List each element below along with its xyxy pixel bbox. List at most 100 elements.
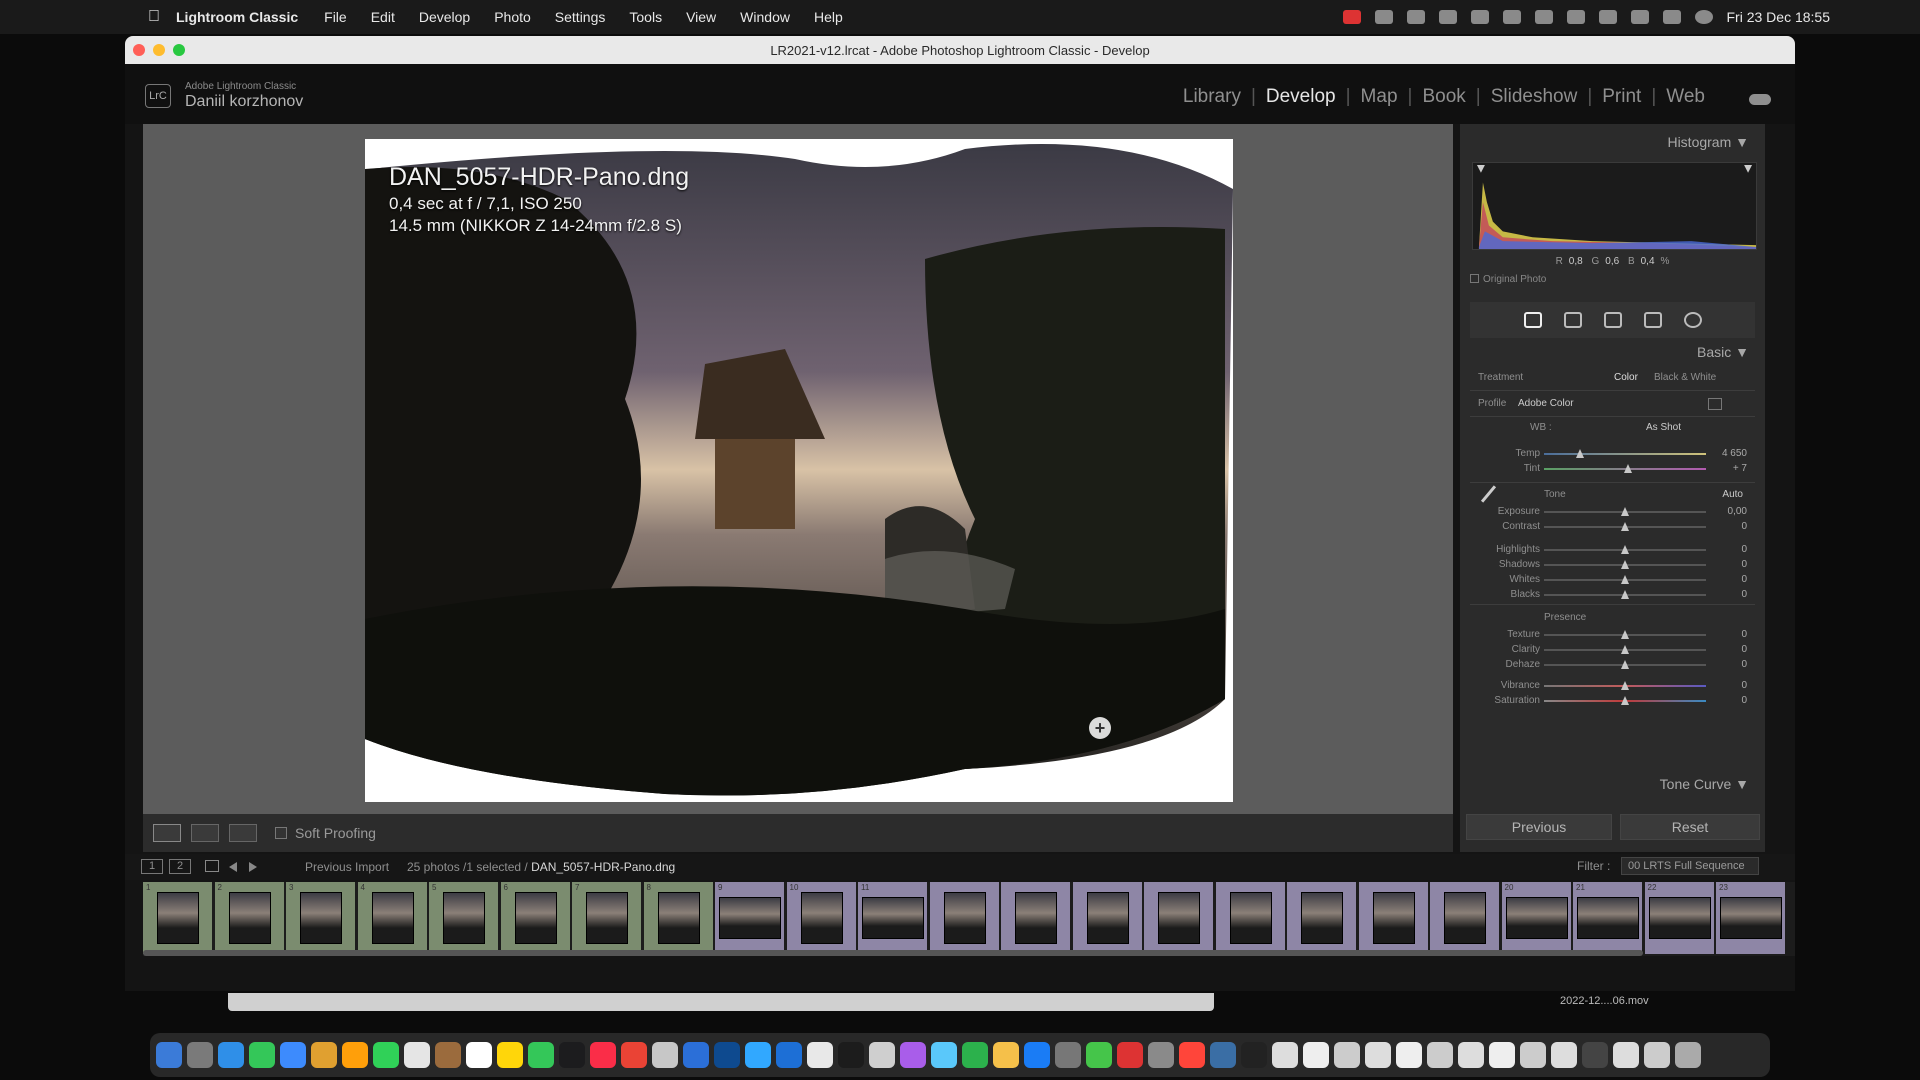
- dock-app-icon[interactable]: [342, 1042, 368, 1068]
- input-source-icon[interactable]: [1534, 10, 1553, 24]
- filmstrip-thumbnail[interactable]: 9: [715, 882, 785, 954]
- search-icon[interactable]: [1630, 10, 1649, 24]
- filmstrip-thumbnail[interactable]: 5: [429, 882, 499, 954]
- wifi-icon[interactable]: [1598, 10, 1617, 24]
- battery-app-icon[interactable]: [1374, 10, 1393, 24]
- filmstrip[interactable]: 1 2 3 4 5 6 7 8 9 10 11 20 21 22 23: [143, 882, 1795, 956]
- dock-app-icon[interactable]: [993, 1042, 1019, 1068]
- dock-app-icon[interactable]: [1179, 1042, 1205, 1068]
- filmstrip-thumbnail[interactable]: 23: [1716, 882, 1786, 954]
- menu-edit[interactable]: Edit: [371, 9, 395, 25]
- dock-app-icon[interactable]: [652, 1042, 678, 1068]
- dock-app-icon[interactable]: [1117, 1042, 1143, 1068]
- dock-app-icon[interactable]: [745, 1042, 771, 1068]
- dock-app-icon[interactable]: [1582, 1042, 1608, 1068]
- menu-photo[interactable]: Photo: [494, 9, 531, 25]
- battery-icon[interactable]: [1566, 10, 1585, 24]
- menu-clock[interactable]: Fri 23 Dec 18:55: [1727, 9, 1831, 25]
- grid-view-icon[interactable]: [205, 860, 219, 872]
- filmstrip-thumbnail[interactable]: 21: [1573, 882, 1643, 954]
- apple-icon[interactable]: : [136, 8, 172, 26]
- control-center-icon[interactable]: [1662, 10, 1681, 24]
- menu-help[interactable]: Help: [814, 9, 843, 25]
- dock-app-icon[interactable]: [1396, 1042, 1422, 1068]
- filmstrip-thumbnail[interactable]: [1358, 882, 1429, 954]
- dock-app-icon[interactable]: [900, 1042, 926, 1068]
- dock-app-icon[interactable]: [1024, 1042, 1050, 1068]
- dock-app-icon[interactable]: [1303, 1042, 1329, 1068]
- filmstrip-thumbnail[interactable]: [1215, 882, 1286, 954]
- menu-file[interactable]: File: [324, 9, 347, 25]
- filmstrip-thumbnail[interactable]: [1072, 882, 1143, 954]
- dock-app-icon[interactable]: [714, 1042, 740, 1068]
- dock-app-icon[interactable]: [528, 1042, 554, 1068]
- dock-app-icon[interactable]: [1458, 1042, 1484, 1068]
- dock-app-icon[interactable]: [1551, 1042, 1577, 1068]
- app-menu[interactable]: Lightroom Classic: [176, 9, 298, 25]
- filmstrip-thumbnail[interactable]: 6: [500, 882, 571, 954]
- filmstrip-thumbnail[interactable]: [929, 882, 1000, 954]
- settings-icon[interactable]: [1406, 10, 1425, 24]
- forward-arrow-icon[interactable]: [249, 862, 257, 872]
- dock-app-icon[interactable]: [373, 1042, 399, 1068]
- display-icon[interactable]: [1470, 10, 1489, 24]
- filmstrip-thumbnail[interactable]: [1001, 882, 1071, 954]
- creative-cloud-icon[interactable]: [1438, 10, 1457, 24]
- dock-app-icon[interactable]: [1365, 1042, 1391, 1068]
- dock-app-icon[interactable]: [931, 1042, 957, 1068]
- filmstrip-scrollbar[interactable]: [143, 950, 1643, 956]
- dock-app-icon[interactable]: [1086, 1042, 1112, 1068]
- dock-app-icon[interactable]: [156, 1042, 182, 1068]
- filmstrip-thumbnail[interactable]: 20: [1501, 882, 1572, 954]
- dock-app-icon[interactable]: [1272, 1042, 1298, 1068]
- dock-app-icon[interactable]: [807, 1042, 833, 1068]
- dock-app-icon[interactable]: [590, 1042, 616, 1068]
- filmstrip-thumbnail[interactable]: 3: [286, 882, 356, 954]
- desktop-file-label[interactable]: 2022-12....06.mov: [1560, 995, 1649, 1007]
- dock-app-icon[interactable]: [404, 1042, 430, 1068]
- dock-app-icon[interactable]: [1148, 1042, 1174, 1068]
- dock-app-icon[interactable]: [187, 1042, 213, 1068]
- dock-app-icon[interactable]: [838, 1042, 864, 1068]
- filmstrip-thumbnail[interactable]: [1144, 882, 1214, 954]
- back-arrow-icon[interactable]: [229, 862, 237, 872]
- alert-icon[interactable]: [1502, 10, 1521, 24]
- filmstrip-thumbnail[interactable]: 7: [572, 882, 642, 954]
- dock-app-icon[interactable]: [1520, 1042, 1546, 1068]
- filmstrip-thumbnail[interactable]: 10: [786, 882, 857, 954]
- siri-icon[interactable]: [1694, 10, 1713, 24]
- dock-app-icon[interactable]: [497, 1042, 523, 1068]
- dock-app-icon[interactable]: [1334, 1042, 1360, 1068]
- filmstrip-thumbnail[interactable]: 11: [858, 882, 928, 954]
- filmstrip-thumbnail[interactable]: 4: [357, 882, 428, 954]
- dock-app-icon[interactable]: [1427, 1042, 1453, 1068]
- main-window-button[interactable]: 1: [141, 859, 163, 874]
- dock-app-icon[interactable]: [1241, 1042, 1267, 1068]
- dock-app-icon[interactable]: [1055, 1042, 1081, 1068]
- dock-app-icon[interactable]: [311, 1042, 337, 1068]
- dock-app-icon[interactable]: [1675, 1042, 1701, 1068]
- secondary-window-button[interactable]: 2: [169, 859, 191, 874]
- filmstrip-thumbnail[interactable]: [1287, 882, 1357, 954]
- dock-app-icon[interactable]: [435, 1042, 461, 1068]
- record-icon[interactable]: [1342, 10, 1361, 24]
- menu-view[interactable]: View: [686, 9, 716, 25]
- filmstrip-thumbnail[interactable]: 22: [1644, 882, 1715, 954]
- filmstrip-thumbnail[interactable]: 2: [214, 882, 285, 954]
- dock-app-icon[interactable]: [621, 1042, 647, 1068]
- dock-app-icon[interactable]: [1210, 1042, 1236, 1068]
- dock-app-icon[interactable]: [776, 1042, 802, 1068]
- dock-app-icon[interactable]: [1489, 1042, 1515, 1068]
- dock-app-icon[interactable]: [1613, 1042, 1639, 1068]
- dock-app-icon[interactable]: [249, 1042, 275, 1068]
- dock-app-icon[interactable]: [683, 1042, 709, 1068]
- dock-app-icon[interactable]: [466, 1042, 492, 1068]
- filmstrip-thumbnail[interactable]: 8: [643, 882, 714, 954]
- menu-develop[interactable]: Develop: [419, 9, 470, 25]
- menu-settings[interactable]: Settings: [555, 9, 606, 25]
- dock-app-icon[interactable]: [559, 1042, 585, 1068]
- filter-dropdown[interactable]: 00 LRTS Full Sequence: [1621, 857, 1759, 875]
- dock-app-icon[interactable]: [280, 1042, 306, 1068]
- menu-window[interactable]: Window: [740, 9, 790, 25]
- dock-app-icon[interactable]: [962, 1042, 988, 1068]
